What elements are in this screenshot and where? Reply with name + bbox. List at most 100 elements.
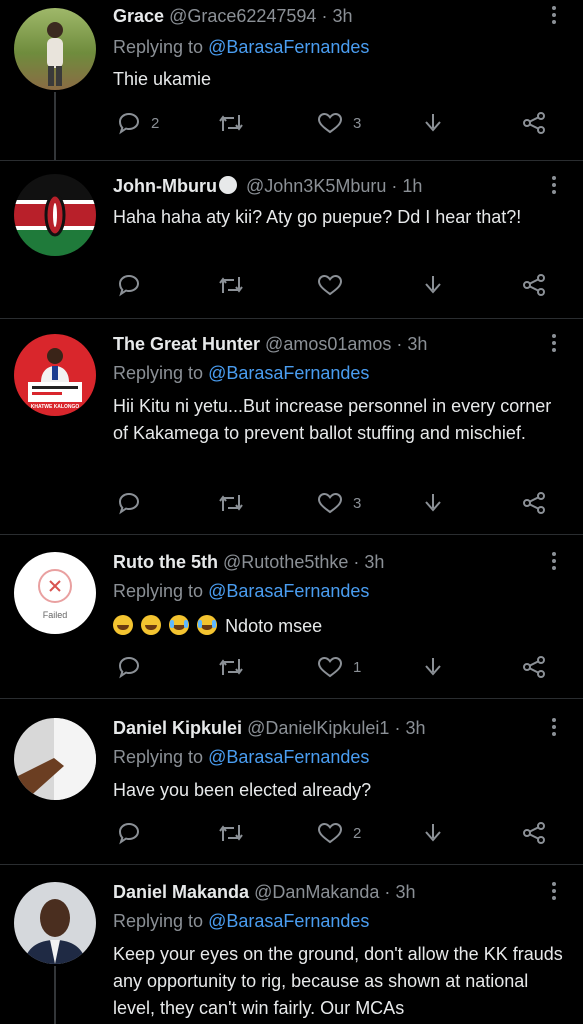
tweet-text: Hii Kitu ni yetu...But increase personne…: [113, 396, 552, 443]
share-button[interactable]: [521, 270, 547, 300]
tweet[interactable]: John-Mburu @John3K5Mburu · 1h Haha haha …: [0, 160, 583, 319]
avatar[interactable]: KHATWE KALONGO: [14, 334, 96, 416]
retweet-button[interactable]: [217, 652, 245, 682]
retweet-button[interactable]: [217, 270, 245, 300]
separator: ·: [321, 6, 328, 26]
separator: ·: [384, 882, 391, 902]
display-name[interactable]: Ruto the 5th: [113, 552, 218, 572]
display-name[interactable]: The Great Hunter: [113, 334, 260, 354]
tweet[interactable]: Grace @Grace62247594 · 3h Replying to @B…: [0, 0, 583, 161]
like-button[interactable]: [317, 270, 343, 300]
retweet-icon: [219, 825, 243, 841]
avatar-image: [24, 899, 86, 964]
reply-button[interactable]: [117, 270, 141, 300]
timestamp[interactable]: 3h: [332, 6, 352, 26]
reply-button[interactable]: [117, 488, 141, 518]
display-name[interactable]: Daniel Kipkulei: [113, 718, 242, 738]
timestamp[interactable]: 3h: [364, 552, 384, 572]
reply-icon: [118, 274, 140, 297]
user-handle[interactable]: @amos01amos: [265, 334, 391, 354]
reply-icon: [118, 492, 140, 515]
like-button[interactable]: 3: [317, 108, 361, 138]
tweet[interactable]: Daniel Kipkulei @DanielKipkulei1 · 3h Re…: [0, 698, 583, 865]
tweet[interactable]: Failed Ruto the 5th @Rutothe5thke · 3h R…: [0, 534, 583, 699]
timestamp[interactable]: 3h: [407, 334, 427, 354]
tweet-header: Daniel Makanda @DanMakanda · 3h: [113, 882, 543, 903]
replying-to: Replying to @BarasaFernandes: [113, 363, 369, 384]
action-bar: 3: [113, 488, 553, 518]
download-button[interactable]: [421, 818, 445, 848]
tweet-header: Daniel Kipkulei @DanielKipkulei1 · 3h: [113, 718, 543, 739]
display-name[interactable]: Grace: [113, 6, 164, 26]
replying-to: Replying to @BarasaFernandes: [113, 911, 369, 932]
reply-icon: [118, 656, 140, 679]
like-count: 3: [353, 114, 362, 132]
display-name[interactable]: John-Mburu: [113, 176, 217, 196]
mention-link[interactable]: @BarasaFernandes: [208, 37, 369, 57]
avatar[interactable]: Failed: [14, 552, 96, 634]
heart-icon: [317, 274, 343, 296]
user-handle[interactable]: @DanMakanda: [254, 882, 379, 902]
avatar[interactable]: [14, 8, 96, 90]
share-button[interactable]: [521, 108, 547, 138]
more-icon[interactable]: [551, 6, 557, 27]
download-button[interactable]: [421, 652, 445, 682]
share-button[interactable]: [521, 652, 547, 682]
more-icon[interactable]: [551, 552, 557, 573]
avatar[interactable]: [14, 174, 96, 256]
download-button[interactable]: [421, 270, 445, 300]
more-icon[interactable]: [551, 882, 557, 903]
download-icon: [425, 114, 441, 132]
replying-label: Replying to: [113, 911, 204, 931]
mention-link[interactable]: @BarasaFernandes: [208, 747, 369, 767]
tweet[interactable]: Daniel Makanda @DanMakanda · 3h Replying…: [0, 864, 583, 1024]
retweet-button[interactable]: [217, 488, 245, 518]
mention-link[interactable]: @BarasaFernandes: [208, 581, 369, 601]
replying-label: Replying to: [113, 363, 204, 383]
download-button[interactable]: [421, 488, 445, 518]
mention-link[interactable]: @BarasaFernandes: [208, 911, 369, 931]
download-icon: [425, 494, 441, 512]
heart-icon: [317, 492, 343, 514]
tears-of-joy-emoji-icon: [169, 615, 190, 635]
like-button[interactable]: 3: [317, 488, 361, 518]
separator: ·: [391, 176, 398, 196]
separator: ·: [353, 552, 360, 572]
timestamp[interactable]: 3h: [405, 718, 425, 738]
avatar-caption: KHATWE KALONGO: [30, 404, 80, 410]
display-name[interactable]: Daniel Makanda: [113, 882, 249, 902]
timestamp[interactable]: 3h: [395, 882, 415, 902]
more-icon[interactable]: [551, 176, 557, 197]
share-button[interactable]: [521, 488, 547, 518]
user-handle[interactable]: @DanielKipkulei1: [247, 718, 389, 738]
share-button[interactable]: [521, 818, 547, 848]
avatar[interactable]: [14, 882, 96, 964]
user-handle[interactable]: @Rutothe5thke: [223, 552, 348, 572]
replying-label: Replying to: [113, 37, 204, 57]
tweet-header: Ruto the 5th @Rutothe5thke · 3h: [113, 552, 543, 573]
reply-button[interactable]: 2: [117, 108, 159, 138]
user-handle[interactable]: @Grace62247594: [169, 6, 316, 26]
reply-button[interactable]: [117, 652, 141, 682]
action-bar: 1: [113, 652, 553, 682]
tweet-text: Thie ukamie: [113, 69, 212, 89]
more-icon[interactable]: [551, 334, 557, 355]
download-button[interactable]: [421, 108, 445, 138]
reply-count: 2: [151, 114, 160, 132]
tweet[interactable]: KHATWE KALONGO The Great Hunter @amos01a…: [0, 318, 583, 535]
like-button[interactable]: 1: [317, 652, 361, 682]
reply-icon: [118, 822, 140, 845]
heart-icon: [317, 656, 343, 678]
like-button[interactable]: 2: [317, 818, 361, 848]
reply-button[interactable]: [117, 818, 141, 848]
like-count: 3: [353, 494, 362, 512]
timestamp[interactable]: 1h: [402, 176, 422, 196]
avatar-failed-label: Failed: [42, 610, 68, 620]
reply-icon: [118, 112, 140, 135]
mention-link[interactable]: @BarasaFernandes: [208, 363, 369, 383]
more-icon[interactable]: [551, 718, 557, 739]
avatar[interactable]: [14, 718, 96, 800]
user-handle[interactable]: @John3K5Mburu: [246, 176, 386, 196]
retweet-button[interactable]: [217, 108, 245, 138]
retweet-button[interactable]: [217, 818, 245, 848]
